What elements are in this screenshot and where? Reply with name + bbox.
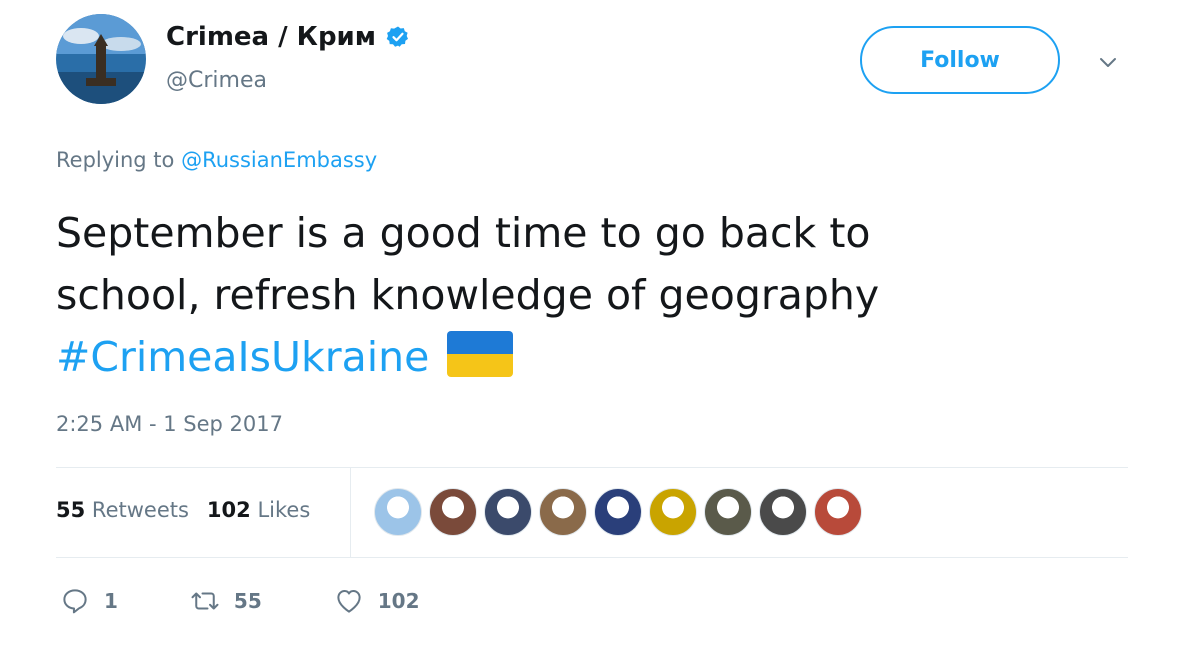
liker-avatar[interactable] [759, 488, 807, 536]
liker-avatar[interactable] [704, 488, 752, 536]
retweet-button[interactable]: 55 [190, 586, 262, 616]
retweet-icon [191, 592, 219, 610]
replying-to: Replying to @RussianEmbassy [56, 148, 377, 172]
retweets-stat[interactable]: 55 Retweets [56, 498, 189, 522]
liker-avatar[interactable] [429, 488, 477, 536]
divider [56, 467, 1128, 468]
likes-count: 102 [206, 498, 251, 522]
liker-avatar[interactable] [594, 488, 642, 536]
reply-count: 1 [104, 589, 118, 613]
divider [350, 467, 351, 557]
avatar-image [56, 14, 146, 104]
tweet-actions: 1 55 102 [60, 586, 492, 616]
like-count: 102 [377, 589, 420, 613]
tweet-text-line: school, refresh knowledge of geography [56, 271, 880, 319]
heart-icon [337, 590, 361, 613]
reply-icon [63, 589, 87, 614]
likes-label: Likes [257, 498, 311, 522]
hashtag-link[interactable]: #CrimeaIsUkraine [56, 333, 429, 381]
likes-stat[interactable]: 102 Likes [207, 498, 310, 522]
verified-badge-icon [386, 26, 409, 47]
chevron-down-icon[interactable] [1096, 50, 1120, 74]
author-handle[interactable]: @Crimea [166, 68, 267, 93]
ukraine-flag-icon [447, 331, 514, 377]
liker-avatar[interactable] [649, 488, 697, 536]
liker-avatar[interactable] [374, 488, 422, 536]
retweets-count: 55 [56, 498, 86, 522]
tweet-stats: 55 Retweets 102 Likes [56, 498, 310, 522]
avatar[interactable] [56, 14, 146, 104]
divider [56, 557, 1128, 558]
reply-target-link[interactable]: @RussianEmbassy [181, 148, 377, 172]
liker-avatars [374, 488, 869, 536]
tweet-text-line: #CrimeaIsUkraine [56, 326, 1136, 388]
replying-to-prefix: Replying to [56, 148, 182, 172]
retweets-label: Retweets [91, 498, 189, 522]
liker-avatar[interactable] [814, 488, 862, 536]
follow-button[interactable]: Follow [860, 26, 1060, 94]
liker-avatar[interactable] [539, 488, 587, 536]
liker-avatar[interactable] [484, 488, 532, 536]
tweet-text: September is a good time to go back to s… [56, 202, 1136, 388]
like-button[interactable]: 102 [334, 586, 420, 616]
retweet-count: 55 [233, 589, 262, 613]
tweet-timestamp[interactable]: 2:25 AM - 1 Sep 2017 [56, 412, 283, 436]
reply-button[interactable]: 1 [60, 586, 118, 616]
display-name-text: Crimea / Крим [166, 22, 377, 52]
tweet-text-line: September is a good time to go back to [56, 209, 871, 257]
author-display-name[interactable]: Crimea / Крим [166, 22, 410, 52]
